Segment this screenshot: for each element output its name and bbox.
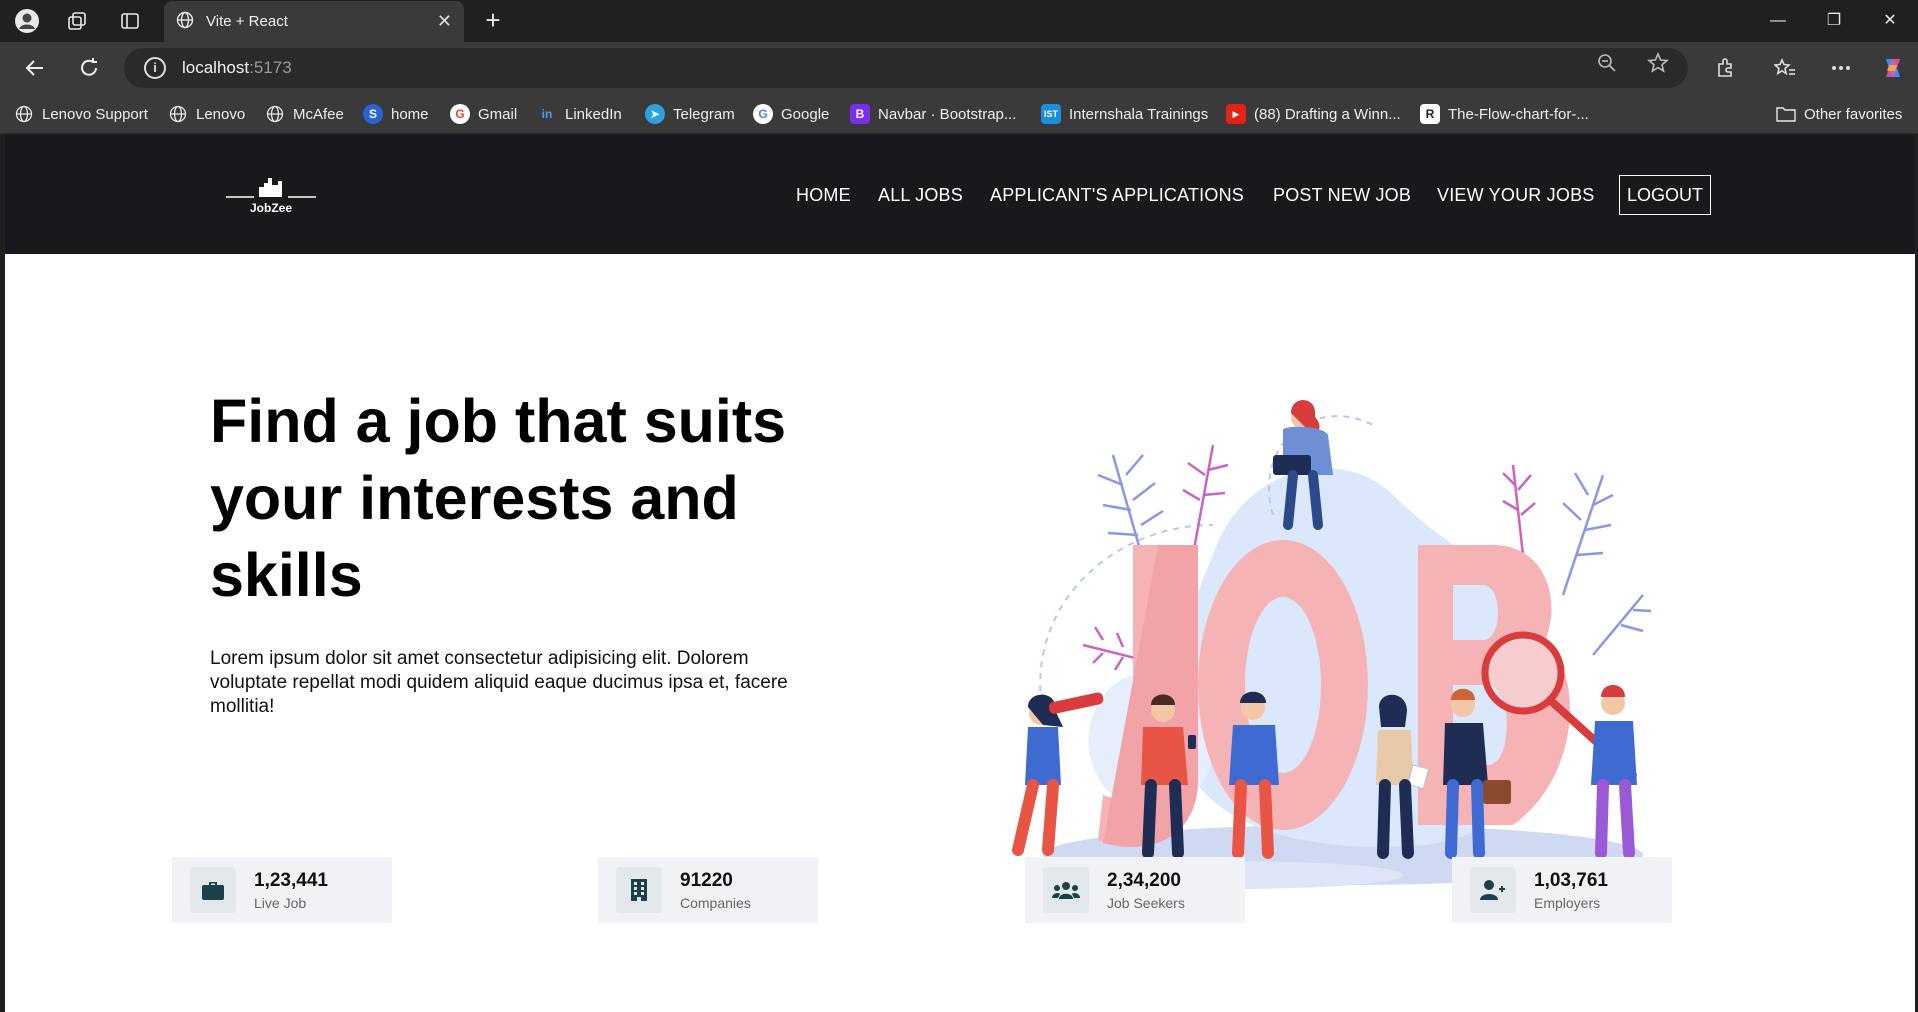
minimize-button[interactable]: —: [1758, 8, 1798, 34]
logo-icon: [226, 178, 316, 198]
globe-icon: [168, 104, 188, 124]
stat-label: Employers: [1534, 895, 1601, 911]
reload-button[interactable]: [74, 53, 104, 83]
browser-tab-active[interactable]: Vite + React ✕: [164, 1, 464, 42]
back-button[interactable]: [20, 53, 50, 83]
stat-card-live-jobs: 1,23,441 Live Job: [172, 857, 392, 923]
vertical-tabs-icon[interactable]: [117, 8, 143, 34]
globe-icon: [14, 104, 34, 124]
tab-title: Vite + React: [206, 13, 288, 30]
copilot-icon[interactable]: [1878, 54, 1908, 82]
stat-label: Job Seekers: [1107, 895, 1185, 911]
more-menu-icon[interactable]: [1826, 54, 1856, 82]
bookmark-linkedin[interactable]: in LinkedIn: [537, 103, 622, 125]
bookmark-gmail[interactable]: G Gmail: [450, 103, 517, 125]
favorites-icon[interactable]: [1770, 54, 1800, 82]
nav-view-your-jobs[interactable]: VIEW YOUR JOBS: [1437, 175, 1595, 215]
logo-text: JobZee: [249, 201, 292, 215]
nav-home[interactable]: HOME: [796, 175, 851, 215]
bookmark-flow-chart[interactable]: R The-Flow-chart-for-...: [1420, 103, 1589, 125]
bookmark-google[interactable]: G Google: [753, 103, 829, 125]
page-viewport: JobZee HOME ALL JOBS APPLICANT'S APPLICA…: [5, 135, 1915, 1012]
close-tab-icon[interactable]: ✕: [437, 11, 452, 32]
restore-button[interactable]: ❐: [1814, 8, 1854, 34]
bookmark-bootstrap-navbar[interactable]: B Navbar · Bootstrap...: [850, 103, 1016, 125]
stat-value: 91220: [680, 870, 733, 891]
google-icon: G: [753, 104, 773, 124]
site-info-icon[interactable]: i: [144, 57, 166, 79]
new-tab-button[interactable]: +: [478, 6, 508, 36]
stat-label: Live Job: [254, 895, 307, 911]
stat-card-employers: 1,03,761 Employers: [1452, 857, 1672, 923]
bookmark-youtube[interactable]: ▶ (88) Drafting a Winn...: [1226, 103, 1401, 125]
building-icon: [616, 867, 662, 913]
address-bar[interactable]: i localhost:5173: [124, 48, 1688, 88]
folder-icon: [1776, 104, 1796, 124]
logout-button[interactable]: LOGOUT: [1619, 175, 1711, 215]
bookmark-mcafee[interactable]: McAfee: [265, 103, 344, 125]
bookmark-telegram[interactable]: ➤ Telegram: [645, 103, 735, 125]
stat-value: 2,34,200: [1107, 870, 1181, 891]
stat-card-companies: 91220 Companies: [598, 857, 818, 923]
browser-toolbar: i localhost:5173: [0, 42, 1918, 94]
stat-card-job-seekers: 2,34,200 Job Seekers: [1025, 857, 1245, 923]
users-icon: [1043, 867, 1089, 913]
zoom-out-icon[interactable]: [1595, 51, 1619, 75]
bookmark-lenovo-support[interactable]: Lenovo Support: [14, 103, 148, 125]
telegram-icon: ➤: [645, 104, 665, 124]
hero-description: Lorem ipsum dolor sit amet consectetur a…: [210, 648, 788, 717]
other-favorites[interactable]: Other favorites: [1776, 103, 1902, 125]
bookmark-internshala[interactable]: IST Internshala Trainings: [1041, 103, 1208, 125]
linkedin-icon: in: [537, 104, 557, 124]
bookmark-home[interactable]: S home: [363, 103, 429, 125]
bookmarks-bar: Lenovo Support Lenovo McAfee S home G Gm…: [0, 94, 1918, 134]
r-icon: R: [1420, 104, 1440, 124]
browser-tab-bar: Vite + React ✕ + — ❐ ✕: [0, 0, 1918, 42]
url-text[interactable]: localhost:5173: [182, 58, 292, 78]
profile-icon[interactable]: [14, 8, 40, 34]
job-search-illustration: [1012, 399, 1652, 889]
workspaces-icon[interactable]: [64, 8, 90, 34]
site-logo[interactable]: JobZee: [226, 175, 316, 215]
user-plus-icon: [1470, 867, 1516, 913]
nav-applicants-applications[interactable]: APPLICANT'S APPLICATIONS: [990, 175, 1244, 215]
stat-label: Companies: [680, 895, 751, 911]
internshala-icon: IST: [1041, 104, 1061, 124]
stat-value: 1,23,441: [254, 870, 328, 891]
stat-value: 1,03,761: [1534, 870, 1608, 891]
globe-icon: [265, 104, 285, 124]
google-icon: G: [450, 104, 470, 124]
favorite-star-icon[interactable]: [1646, 51, 1670, 75]
close-window-button[interactable]: ✕: [1870, 8, 1910, 34]
hero-title: Find a job that suits your interests and…: [210, 387, 787, 609]
bookmark-lenovo[interactable]: Lenovo: [168, 103, 245, 125]
extensions-icon[interactable]: [1710, 54, 1740, 82]
nav-post-new-job[interactable]: POST NEW JOB: [1273, 175, 1411, 215]
site-navbar: JobZee HOME ALL JOBS APPLICANT'S APPLICA…: [5, 135, 1915, 254]
youtube-icon: ▶: [1226, 104, 1246, 124]
home-icon: S: [363, 104, 383, 124]
nav-all-jobs[interactable]: ALL JOBS: [878, 175, 963, 215]
briefcase-icon: [190, 867, 236, 913]
bootstrap-icon: B: [850, 104, 870, 124]
globe-icon: [176, 11, 194, 33]
